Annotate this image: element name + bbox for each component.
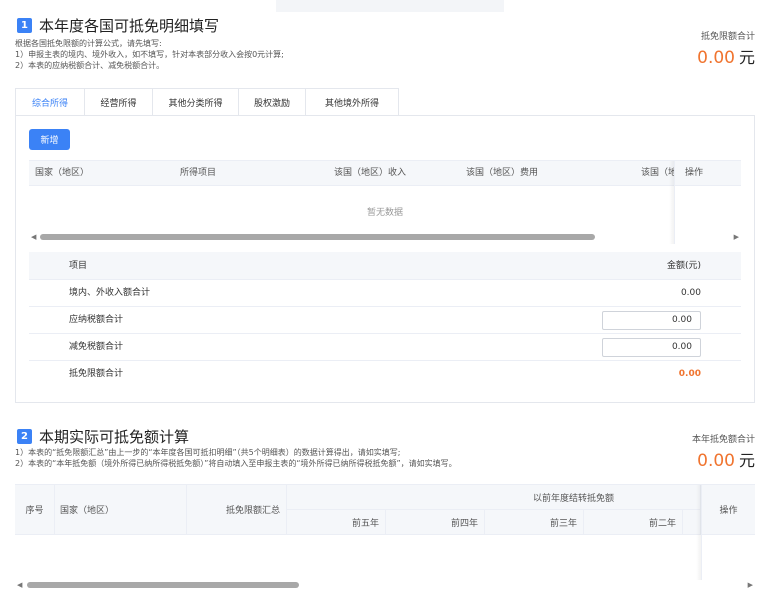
summary-row-tax-payable: 应纳税额合计 0.00	[29, 307, 741, 334]
col-fifth-prior-year: 前五年	[287, 510, 386, 535]
col-second-prior-year: 前二年	[584, 510, 683, 535]
section-1-number: 1	[17, 18, 32, 33]
col-country-income: 该国（地区）收入	[334, 168, 407, 178]
empty-state: 暂无数据	[366, 208, 403, 218]
credit-limit-total-value: 0.00	[697, 48, 735, 68]
add-button[interactable]: 新增	[29, 129, 70, 150]
section-2-title: 本期实际可抵免额计算	[39, 428, 190, 446]
summary-header: 项目 金额(元)	[29, 252, 741, 280]
col-country: 国家（地区）	[35, 168, 90, 178]
col-operation: 操作	[702, 485, 755, 535]
tab-other-classified-income[interactable]: 其他分类所得	[153, 88, 239, 116]
summary-table: 项目 金额(元) 境内、外收入额合计 0.00 应纳税额合计 0.00 减免税额…	[29, 252, 741, 388]
col-group-prior-years: 以前年度结转抵免额	[287, 485, 701, 510]
section-2-header: 2 本期实际可抵免额计算	[17, 426, 189, 447]
col-operation: 操作	[675, 161, 741, 186]
summary-row-credit-limit: 抵免限额合计 0.00	[69, 369, 701, 379]
col-country: 国家（地区）	[55, 485, 187, 535]
tax-payable-input[interactable]: 0.00	[602, 311, 701, 330]
scroll-left-icon[interactable]: ◀	[17, 581, 22, 589]
section-2-number: 2	[17, 429, 32, 444]
scroll-right-icon[interactable]: ▶	[748, 581, 753, 589]
fixed-op-column: 操作	[701, 485, 755, 580]
income-type-tabs: 综合所得 经营所得 其他分类所得 股权激励 其他境外所得	[15, 88, 399, 116]
scroll-left-icon[interactable]: ◀	[31, 233, 36, 241]
tax-relief-input[interactable]: 0.00	[602, 338, 701, 357]
fixed-op-column: 操作	[674, 161, 741, 244]
tab-equity-incentive[interactable]: 股权激励	[239, 88, 306, 116]
table-header: 国家（地区） 所得项目 该国（地区）收入 该国（地区）费用 该国（地	[29, 161, 741, 186]
annual-credit-total: 本年抵免额合计 0.00 元	[691, 435, 755, 471]
credit-limit-total: 抵免限额合计 0.00 元	[697, 32, 755, 68]
col-third-prior-year: 前三年	[485, 510, 584, 535]
credit-calculation-table: 序号 国家（地区） 抵免限额汇总 以前年度结转抵免额 前五年 前四年 前三年 前…	[15, 484, 755, 580]
tab-other-overseas-income[interactable]: 其他境外所得	[306, 88, 399, 116]
scrollbar-thumb[interactable]	[40, 234, 595, 240]
tab-comprehensive-income[interactable]: 综合所得	[15, 88, 85, 116]
horizontal-scrollbar[interactable]: ◀ ▶	[29, 233, 741, 241]
col-index: 序号	[15, 485, 55, 535]
summary-row-tax-relief: 减免税额合计 0.00	[29, 334, 741, 361]
top-tab-strip	[276, 0, 504, 12]
col-credit-limit-sum: 抵免限额汇总	[187, 485, 287, 535]
annual-credit-total-value: 0.00	[697, 451, 735, 471]
summary-row-total-income: 境内、外收入额合计 0.00	[29, 280, 741, 307]
scroll-right-icon[interactable]: ▶	[734, 233, 739, 241]
col-country-expense: 该国（地区）费用	[466, 168, 539, 178]
col-income-item: 所得项目	[180, 168, 217, 178]
country-detail-table: 国家（地区） 所得项目 该国（地区）收入 该国（地区）费用 该国（地 暂无数据 …	[29, 160, 741, 244]
section-1-description: 根据各国抵免限额的计算公式，请先填写: 1）申报主表的境内、境外收入，如不填写，…	[15, 39, 284, 70]
section-1-header: 1 本年度各国可抵免明细填写	[17, 15, 219, 36]
tab-business-income[interactable]: 经营所得	[85, 88, 153, 116]
section-2-description: 1）本表的“抵免限额汇总”由上一步的“本年度各国可抵扣明细”（共5个明细表）的数…	[15, 448, 457, 468]
col-fourth-prior-year: 前四年	[386, 510, 485, 535]
horizontal-scrollbar-2[interactable]: ◀ ▶	[15, 581, 755, 589]
section-1-title: 本年度各国可抵免明细填写	[39, 17, 220, 35]
scrollbar-thumb[interactable]	[27, 582, 299, 588]
